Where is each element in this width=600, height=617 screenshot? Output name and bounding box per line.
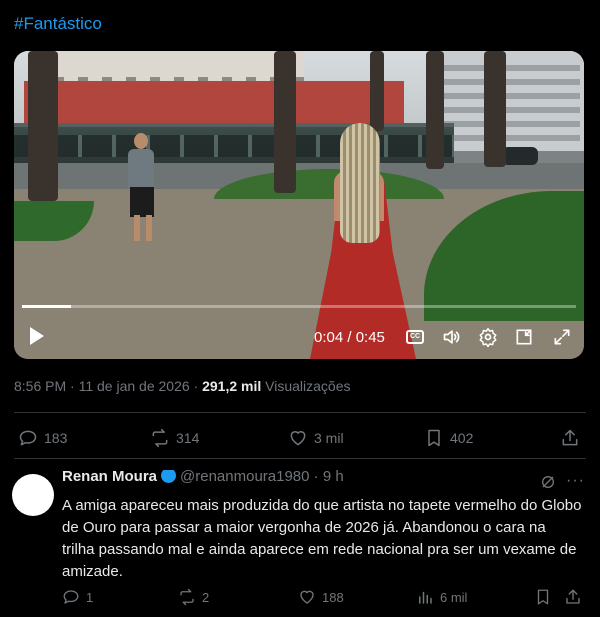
bookmark-icon <box>537 589 549 605</box>
share-action[interactable] <box>560 428 580 448</box>
reply-views-count: 6 mil <box>440 589 468 605</box>
verified-badge-icon <box>161 470 177 483</box>
repost-icon <box>180 588 194 606</box>
divider <box>14 412 586 413</box>
heart-icon <box>300 590 314 604</box>
divider <box>14 458 586 459</box>
progress-fill <box>22 305 72 308</box>
reply-bookmark-action[interactable] <box>534 588 552 606</box>
reply-repost-count: 2 <box>202 589 210 605</box>
heart-icon <box>290 431 306 446</box>
reply-time[interactable]: · 9 h <box>314 470 344 485</box>
video-player[interactable]: 0:04 / 0:45 CC <box>14 51 584 359</box>
reply-like-action[interactable]: 188 <box>298 588 344 606</box>
reply-repost-action[interactable]: 2 <box>178 588 209 606</box>
volume-icon[interactable] <box>442 327 462 347</box>
hashtag-link[interactable]: #Fantástico <box>14 14 102 34</box>
views-bar-chart-icon <box>419 591 432 604</box>
reply-like-count: 188 <box>322 589 344 605</box>
reply-action[interactable]: 183 <box>18 428 67 448</box>
video-time: 0:04 / 0:45 <box>314 329 385 346</box>
repost-icon <box>152 428 168 448</box>
reply-views-action[interactable]: 6 mil <box>416 588 467 606</box>
grok-icon[interactable] <box>540 474 556 490</box>
more-options-icon[interactable]: ··· <box>566 472 585 490</box>
fullscreen-icon[interactable] <box>552 327 572 347</box>
bookmark-action[interactable]: 402 <box>424 428 473 448</box>
reply-text: A amiga apareceu mais produzida do que a… <box>62 497 582 580</box>
post-meta: 8:56 PM · 11 de jan de 2026 · 291,2 mil … <box>14 378 351 394</box>
play-icon[interactable] <box>30 327 44 345</box>
reply-count: 183 <box>44 430 68 446</box>
reply-author-handle[interactable]: @renanmoura1980 <box>180 470 309 485</box>
views-count: 291,2 mil <box>202 378 262 394</box>
reply-share-action[interactable] <box>564 588 582 606</box>
settings-gear-icon[interactable] <box>478 327 498 347</box>
progress-track[interactable] <box>22 305 576 308</box>
like-count: 3 mil <box>314 430 344 446</box>
repost-action[interactable]: 314 <box>150 428 199 448</box>
reply-comment-count: 1 <box>86 589 94 605</box>
bookmark-count: 402 <box>450 430 474 446</box>
repost-count: 314 <box>176 430 200 446</box>
share-icon <box>562 429 578 446</box>
post-timestamp[interactable]: 8:56 PM · 11 de jan de 2026 · <box>14 378 202 394</box>
comment-icon <box>63 590 79 604</box>
share-icon <box>566 589 580 604</box>
like-action[interactable]: 3 mil <box>288 428 344 448</box>
reply-comment-action[interactable]: 1 <box>62 588 93 606</box>
reply-author-name[interactable]: Renan Moura <box>62 470 157 485</box>
avatar[interactable] <box>12 474 54 516</box>
captions-icon[interactable]: CC <box>406 330 424 344</box>
bookmark-icon <box>428 429 440 447</box>
views-label: Visualizações <box>261 378 351 394</box>
comment-icon <box>19 430 37 446</box>
popout-icon[interactable] <box>514 327 534 347</box>
reply-header: Renan Moura @renanmoura1980 · 9 h <box>62 470 582 490</box>
